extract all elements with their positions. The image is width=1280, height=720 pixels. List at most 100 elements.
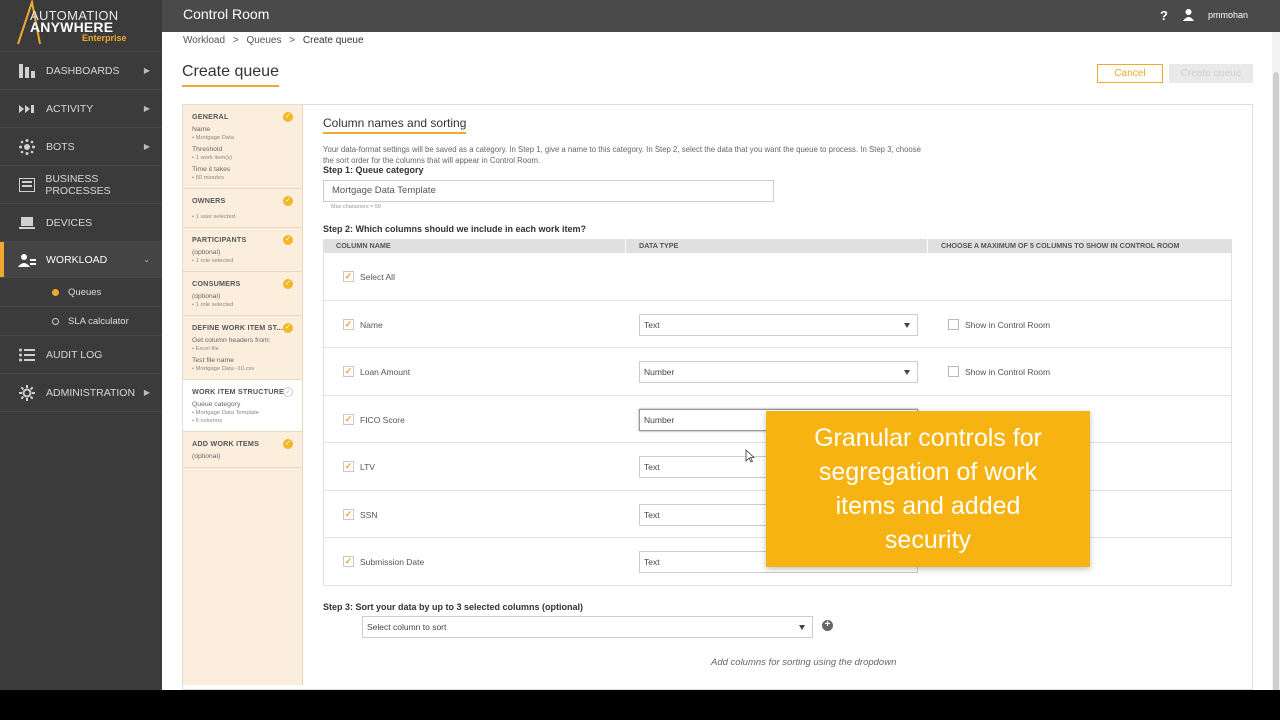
user-icon[interactable] [1183, 9, 1194, 21]
callout-line: Granular controls for [814, 424, 1042, 452]
page-scrollbar[interactable] [1272, 32, 1280, 690]
chevron-down-icon [799, 625, 805, 630]
sidebar-item-devices[interactable]: DEVICES [0, 204, 162, 242]
select-all-label: Select All [360, 272, 395, 282]
sidebar-item-label: DASHBOARDS [46, 64, 120, 77]
step-label: (optional) [192, 453, 221, 460]
table-row: ✓ Loan Amount Number Show in Control Roo… [323, 348, 1232, 396]
column-name: FICO Score [360, 414, 405, 425]
callout-line: items and added [835, 492, 1021, 520]
page-title: Create queue [182, 63, 279, 87]
top-bar: Control Room ? pmmohan [162, 0, 1280, 32]
data-type-select[interactable]: Text [639, 313, 918, 336]
cancel-button[interactable]: Cancel [1097, 64, 1163, 83]
inactive-dot-icon [52, 318, 59, 325]
help-icon[interactable]: ? [1160, 8, 1168, 23]
sidebar-subitem-sla-calculator[interactable]: SLA calculator [0, 307, 162, 336]
column-checkbox[interactable]: ✓ [343, 556, 354, 567]
sidebar-item-workload[interactable]: WORKLOAD ⌄ [0, 242, 162, 278]
administration-icon [18, 384, 36, 401]
data-type-select[interactable]: Number [639, 361, 918, 383]
sidebar-item-bots[interactable]: BOTS ▶ [0, 128, 162, 166]
step-value: • Mortgage Data [192, 135, 234, 141]
step-consumers[interactable]: CONSUMERS ✓ (optional) • 1 role selected [183, 272, 302, 316]
step-work-item-structure[interactable]: WORK ITEM STRUCTURE ✓ Queue category • M… [183, 380, 302, 432]
create-queue-button[interactable]: Create queue [1169, 64, 1253, 83]
check-icon: ✓ [283, 196, 293, 206]
sidebar-item-business-processes[interactable]: BUSINESS PROCESSES [0, 166, 162, 204]
max-characters-hint: Max characters = 50 [331, 204, 381, 210]
activity-icon [18, 101, 36, 117]
breadcrumb-queues[interactable]: Queues [246, 35, 281, 46]
step-value: • 1 role selected [192, 302, 234, 308]
bots-icon [18, 138, 36, 155]
step-owners[interactable]: OWNERS ✓ • 1 user selected [183, 189, 302, 228]
column-checkbox[interactable]: ✓ [343, 461, 354, 472]
sidebar-item-label: ACTIVITY [46, 102, 94, 115]
breadcrumb-workload[interactable]: Workload [183, 35, 225, 46]
step-content: Column names and sorting Your data-forma… [304, 105, 1252, 685]
step1-heading: Step 1: Queue category [323, 165, 424, 175]
table-row-select-all: ✓ Select All [323, 253, 1232, 301]
step-value: • Excel file [192, 346, 219, 352]
workload-icon [18, 252, 36, 268]
feature-callout: Granular controls for segregation of wor… [766, 411, 1090, 567]
sort-column-placeholder: Select column to sort [367, 622, 447, 632]
column-checkbox[interactable]: ✓ [343, 366, 354, 377]
column-name: Name [360, 319, 383, 330]
column-name: SSN [360, 509, 378, 520]
data-type-value: Text [644, 462, 660, 472]
sidebar-item-audit-log[interactable]: AUDIT LOG [0, 336, 162, 374]
step-label: (optional) [192, 293, 221, 300]
step-participants[interactable]: PARTICIPANTS ✓ (optional) • 1 role selec… [183, 228, 302, 272]
step-label: Threshold [192, 146, 223, 153]
bottom-letterbox [0, 690, 1280, 720]
add-sort-column-icon[interactable]: + [822, 620, 833, 631]
chevron-right-icon: ▶ [143, 66, 150, 75]
callout-line: segregation of work [818, 458, 1038, 486]
sidebar-subitem-label: Queues [68, 286, 102, 298]
column-name-header: COLUMN NAME [323, 239, 626, 253]
column-checkbox[interactable]: ✓ [343, 413, 354, 425]
user-name[interactable]: pmmohan [1208, 10, 1248, 20]
queue-category-input[interactable]: Mortgage Data Template [323, 180, 774, 202]
step-general[interactable]: GENERAL ✓ Name • Mortgage Data Threshold… [183, 105, 302, 189]
sidebar-item-administration[interactable]: ADMINISTRATION ▶ [0, 374, 162, 412]
audit-log-icon [18, 347, 36, 363]
sidebar-item-label: WORKLOAD [46, 253, 108, 266]
select-all-checkbox[interactable]: ✓ [343, 271, 354, 282]
sidebar-subitem-queues[interactable]: Queues [0, 278, 162, 307]
dashboard-icon [18, 63, 36, 79]
check-icon: ✓ [283, 112, 293, 122]
column-checkbox[interactable]: ✓ [343, 318, 354, 330]
show-in-control-room-checkbox[interactable] [948, 318, 959, 330]
breadcrumb: Workload > Queues > Create queue [183, 35, 364, 46]
section-description: Your data-format settings will be saved … [323, 145, 921, 165]
step-title: CONSUMERS [192, 279, 241, 288]
sidebar-item-activity[interactable]: ACTIVITY ▶ [0, 90, 162, 128]
step-label: Get column headers from: [192, 337, 271, 344]
logo: AUTOMATION ANYWHERE Enterprise [0, 0, 162, 52]
step-label: (optional) [192, 249, 221, 256]
column-checkbox[interactable]: ✓ [343, 508, 354, 520]
step-label: Name [192, 126, 211, 133]
step-label: Time it takes [192, 166, 231, 173]
column-name: Loan Amount [360, 367, 411, 377]
show-in-control-room-checkbox[interactable] [948, 366, 959, 377]
sidebar-item-dashboards[interactable]: DASHBOARDS ▶ [0, 52, 162, 90]
breadcrumb-separator: > [232, 35, 239, 46]
step-define-work-item-structure[interactable]: DEFINE WORK ITEM ST... ✓ Get column head… [183, 316, 302, 380]
data-type-value: Number [644, 367, 675, 377]
sort-column-select[interactable]: Select column to sort [362, 616, 813, 638]
step-add-work-items[interactable]: ADD WORK ITEMS ✓ (optional) [183, 432, 302, 468]
sidebar-item-label: AUDIT LOG [46, 348, 103, 361]
step-title: OWNERS [192, 196, 226, 205]
scrollbar-thumb[interactable] [1273, 72, 1279, 690]
chevron-down-icon [904, 322, 910, 328]
data-type-value: Text [644, 557, 660, 567]
breadcrumb-separator: > [289, 35, 296, 46]
sidebar-item-label: ADMINISTRATION [46, 386, 136, 399]
sidebar: AUTOMATION ANYWHERE Enterprise DASHBOARD… [0, 0, 162, 690]
check-icon: ✓ [283, 439, 293, 449]
column-name: Submission Date [360, 557, 425, 567]
